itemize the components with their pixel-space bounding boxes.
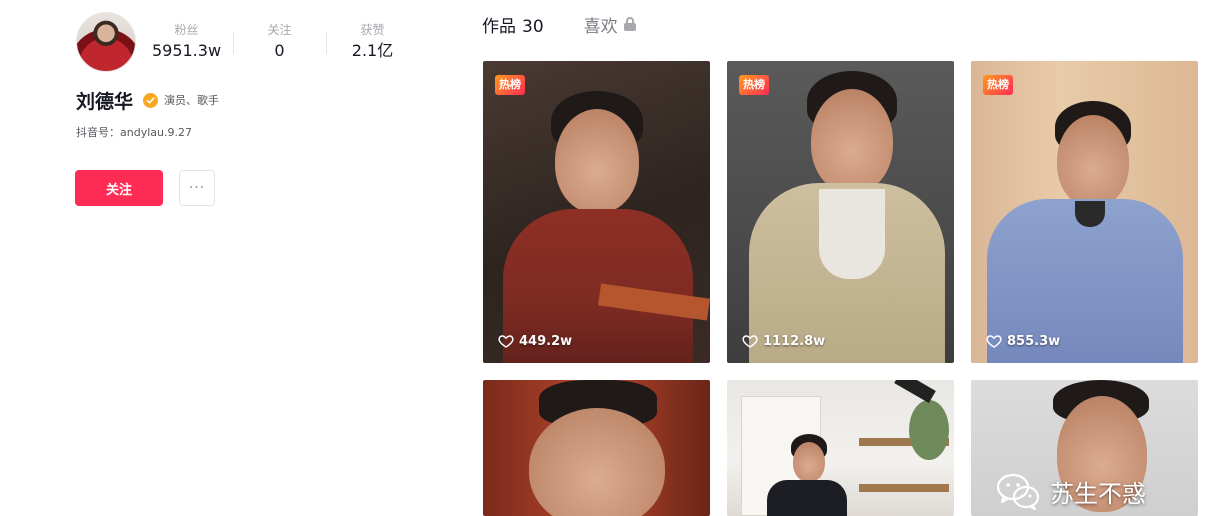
profile-page: 粉丝 5951.3w 关注 0 获赞 2.1亿 刘德华 演员、歌手 抖音号：an… <box>0 0 1211 516</box>
like-count: 855.3w <box>986 333 1060 349</box>
tab-works[interactable]: 作品 30 <box>482 12 544 37</box>
heart-icon <box>986 335 1002 348</box>
video-card[interactable]: 热榜 855.3w <box>971 61 1198 363</box>
wechat-icon <box>996 473 1040 510</box>
stat-label: 粉丝 <box>174 23 199 37</box>
video-card[interactable] <box>727 380 954 516</box>
watermark-text: 苏生不惑 <box>1050 479 1146 508</box>
follow-button[interactable]: 关注 <box>75 170 163 206</box>
heart-icon <box>498 335 514 348</box>
stat-value: 0 <box>274 41 285 60</box>
verified-label: 演员、歌手 <box>164 94 220 107</box>
like-count: 449.2w <box>498 333 572 349</box>
like-count: 1112.8w <box>742 333 825 349</box>
avatar[interactable] <box>76 12 136 72</box>
hot-badge: 热榜 <box>739 75 769 95</box>
like-count-text: 1112.8w <box>763 333 826 349</box>
douyin-id: 抖音号：andylau.9.27 <box>76 126 192 139</box>
stat-followers[interactable]: 粉丝 5951.3w <box>140 22 233 66</box>
stat-value: 5951.3w <box>151 41 222 60</box>
verified-badge-icon <box>143 92 159 108</box>
hot-badge: 热榜 <box>495 75 525 95</box>
stat-label: 关注 <box>267 23 292 37</box>
stat-following[interactable]: 关注 0 <box>233 22 326 66</box>
name-row: 刘德华 演员、歌手 <box>76 88 220 113</box>
more-options-button[interactable]: ··· <box>179 170 215 206</box>
tab-works-label: 作品 <box>482 16 516 37</box>
tab-likes-label: 喜欢 <box>583 16 618 37</box>
like-count-text: 449.2w <box>519 333 573 349</box>
stat-label: 获赞 <box>360 23 385 37</box>
watermark: 苏生不惑 <box>996 468 1146 514</box>
like-count-text: 855.3w <box>1007 333 1061 349</box>
tab-likes[interactable]: 喜欢 <box>584 12 636 37</box>
video-card[interactable] <box>483 380 710 516</box>
stat-likes-received: 获赞 2.1亿 <box>326 22 419 66</box>
video-card[interactable]: 热榜 1112.8w <box>727 61 954 363</box>
profile-name: 刘德华 <box>76 90 134 113</box>
tab-works-count: 30 <box>522 16 544 37</box>
lock-icon <box>623 17 636 31</box>
heart-icon <box>742 335 758 348</box>
content-tabs: 作品 30 喜欢 <box>482 10 636 38</box>
profile-stats: 粉丝 5951.3w 关注 0 获赞 2.1亿 <box>140 22 419 66</box>
hot-badge: 热榜 <box>983 75 1013 95</box>
video-card[interactable]: 热榜 449.2w <box>483 61 710 363</box>
stat-value: 2.1亿 <box>351 41 394 60</box>
